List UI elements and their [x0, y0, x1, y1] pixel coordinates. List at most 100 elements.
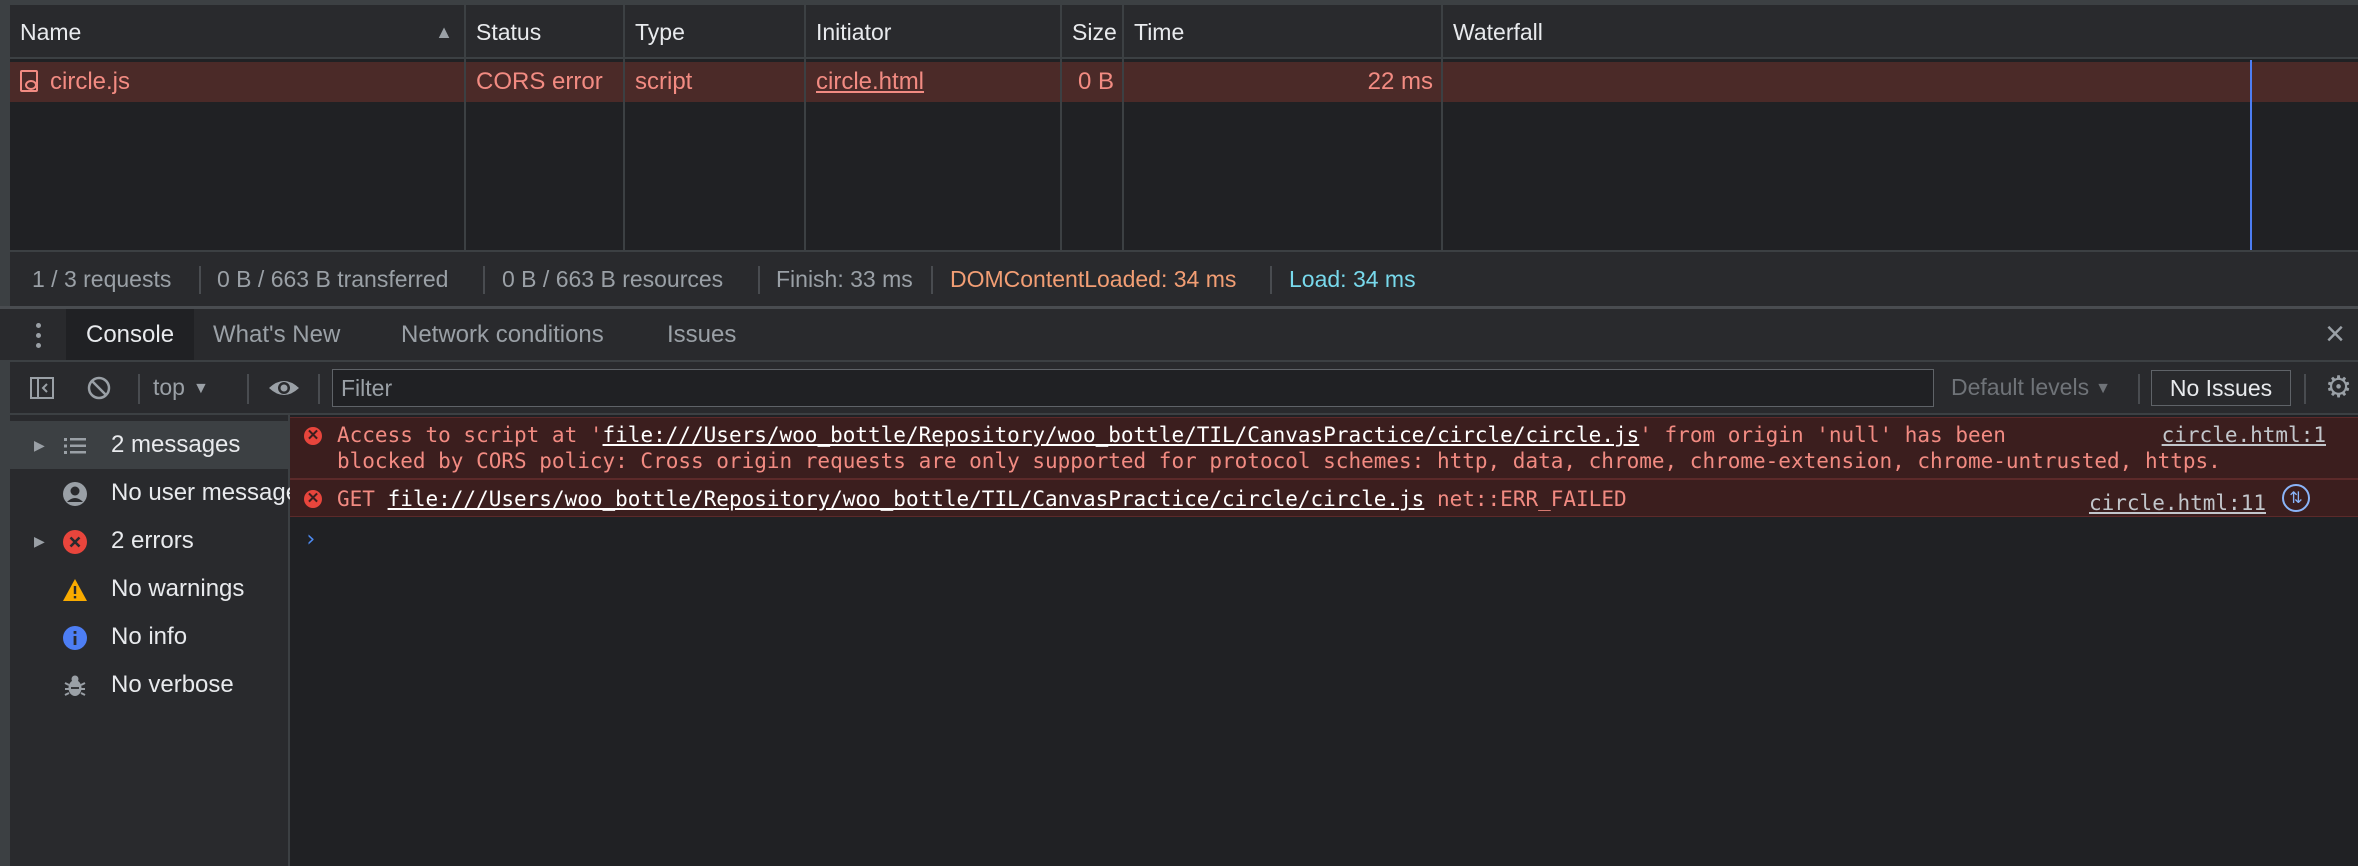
column-header-waterfall[interactable]: Waterfall: [1443, 5, 1543, 59]
divider: [931, 266, 933, 294]
requests-count: 1 / 3 requests: [32, 266, 172, 292]
column-header-status[interactable]: Status: [466, 5, 541, 59]
column-divider[interactable]: [464, 5, 466, 250]
warning-icon: [63, 579, 87, 601]
load-time: Load: 34 ms: [1289, 266, 1416, 292]
tab-whats-new[interactable]: What's New: [193, 309, 360, 360]
network-summary-bar: 1 / 3 requests 0 B / 663 B transferred 0…: [0, 250, 2358, 306]
close-drawer-icon[interactable]: ×: [2320, 317, 2350, 351]
message-line-2: blocked by CORS policy: Cross origin req…: [337, 449, 2221, 473]
error-icon: ✕: [304, 427, 322, 445]
console-error-message: ✕ Access to script at 'file:///Users/woo…: [290, 417, 2358, 479]
divider: [138, 374, 140, 404]
column-divider[interactable]: [1060, 5, 1062, 250]
sort-ascending-icon: ▲: [435, 22, 453, 42]
sidebar-item-label: 2 messages: [111, 431, 241, 458]
bug-icon: [64, 675, 86, 696]
dropdown-arrow-icon: ▼: [2095, 380, 2111, 397]
dropdown-arrow-icon: ▼: [192, 380, 209, 397]
divider: [199, 266, 201, 294]
column-divider[interactable]: [1122, 5, 1124, 250]
console-toolbar: top ▼ Filter Default levels ▼ No Issues ⚙: [0, 362, 2358, 415]
column-header-name-label: Name: [20, 19, 82, 45]
sidebar-item-label: No info: [111, 623, 188, 650]
sidebar-item-label: No warnings: [111, 575, 245, 602]
dom-content-loaded-time: DOMContentLoaded: 34 ms: [950, 266, 1237, 292]
script-file-icon: [20, 69, 38, 92]
sidebar-item-label: No verbose: [111, 671, 234, 698]
network-panel: Name ▲ Status Type Initiator Size Time W…: [0, 0, 2358, 250]
divider: [758, 266, 760, 294]
column-header-size[interactable]: Size: [1062, 5, 1117, 59]
sidebar-item-messages[interactable]: ▶ 2 messages: [10, 421, 290, 469]
finish-time: Finish: 33 ms: [776, 266, 913, 292]
log-levels-dropdown[interactable]: Default levels ▼: [1951, 362, 2111, 413]
column-divider[interactable]: [1441, 5, 1443, 250]
waterfall-timing-line: [2250, 60, 2252, 250]
source-link[interactable]: circle.html:11: [2089, 491, 2266, 515]
source-link[interactable]: circle.html:1: [2162, 423, 2326, 447]
sidebar-item-verbose[interactable]: No verbose: [10, 661, 290, 709]
tab-issues[interactable]: Issues: [647, 309, 756, 360]
request-type: script: [635, 68, 693, 95]
log-levels-label: Default levels: [1951, 374, 2090, 400]
message-line-1: Access to script at 'file:///Users/woo_b…: [337, 423, 2006, 447]
sidebar-item-label: 2 errors: [111, 527, 194, 554]
network-table-header: Name ▲ Status Type Initiator Size Time W…: [10, 5, 2358, 59]
message-line-1: GET file:///Users/woo_bottle/Repository/…: [337, 487, 1627, 511]
filter-input[interactable]: Filter: [332, 369, 1934, 407]
error-icon: ✕: [304, 490, 322, 508]
divider: [2304, 374, 2306, 404]
drawer-tab-bar: Console What's New Network conditions Is…: [0, 306, 2358, 362]
column-header-time[interactable]: Time: [1124, 5, 1184, 59]
info-icon: [63, 626, 87, 650]
console-sidebar: ▶ 2 messages No user messages ▶ 2 errors…: [0, 415, 290, 866]
request-status: CORS error: [476, 68, 603, 95]
initiator-link[interactable]: circle.html: [816, 68, 924, 95]
divider: [1270, 266, 1272, 294]
context-selector[interactable]: top ▼: [153, 362, 209, 413]
tab-console[interactable]: Console: [66, 309, 195, 360]
table-row[interactable]: circle.js CORS error script circle.html …: [10, 62, 2358, 102]
console-error-message: ✕ GET file:///Users/woo_bottle/Repositor…: [290, 479, 2358, 517]
sidebar-item-errors[interactable]: ▶ 2 errors: [10, 517, 290, 565]
console-prompt-icon[interactable]: ›: [304, 527, 317, 552]
context-label: top: [153, 374, 185, 400]
sidebar-item-label: No user messages: [111, 479, 290, 506]
sidebar-item-info[interactable]: No info: [10, 613, 290, 661]
error-icon: [63, 530, 87, 554]
divider: [483, 266, 485, 294]
user-icon: [63, 482, 87, 506]
clear-console-icon[interactable]: [85, 374, 113, 402]
request-time: 22 ms: [1367, 68, 1433, 95]
divider: [247, 374, 249, 404]
column-header-name[interactable]: Name ▲: [10, 5, 465, 59]
column-divider[interactable]: [804, 5, 806, 250]
script-url-link[interactable]: file:///Users/woo_bottle/Repository/woo_…: [603, 423, 1640, 447]
more-options-icon[interactable]: [36, 323, 42, 349]
column-divider[interactable]: [623, 5, 625, 250]
list-icon: [64, 438, 86, 454]
sidebar-item-user-messages[interactable]: No user messages: [10, 469, 290, 517]
column-header-initiator[interactable]: Initiator: [806, 5, 891, 59]
message-text: Access to script at ': [337, 423, 603, 447]
toggle-sidebar-icon[interactable]: [28, 374, 56, 402]
network-request-icon[interactable]: ⇅: [2282, 484, 2310, 512]
column-header-type[interactable]: Type: [625, 5, 685, 59]
request-name-cell: circle.js: [10, 62, 465, 102]
divider: [318, 374, 320, 404]
divider: [2138, 374, 2140, 404]
issues-button[interactable]: No Issues: [2151, 370, 2291, 406]
gear-icon[interactable]: ⚙: [2325, 373, 2352, 403]
live-expression-eye-icon[interactable]: [267, 374, 301, 402]
tab-network-conditions[interactable]: Network conditions: [381, 309, 624, 360]
script-url-link[interactable]: file:///Users/woo_bottle/Repository/woo_…: [388, 487, 1425, 511]
sidebar-item-warnings[interactable]: No warnings: [10, 565, 290, 613]
resources-size: 0 B / 663 B resources: [502, 266, 724, 292]
message-text: GET: [337, 487, 388, 511]
request-size: 0 B: [1077, 68, 1114, 95]
transferred-size: 0 B / 663 B transferred: [217, 266, 449, 292]
expand-arrow-icon[interactable]: ▶: [34, 421, 45, 469]
request-initiator-cell: circle.html: [806, 62, 924, 102]
expand-arrow-icon[interactable]: ▶: [34, 517, 45, 565]
